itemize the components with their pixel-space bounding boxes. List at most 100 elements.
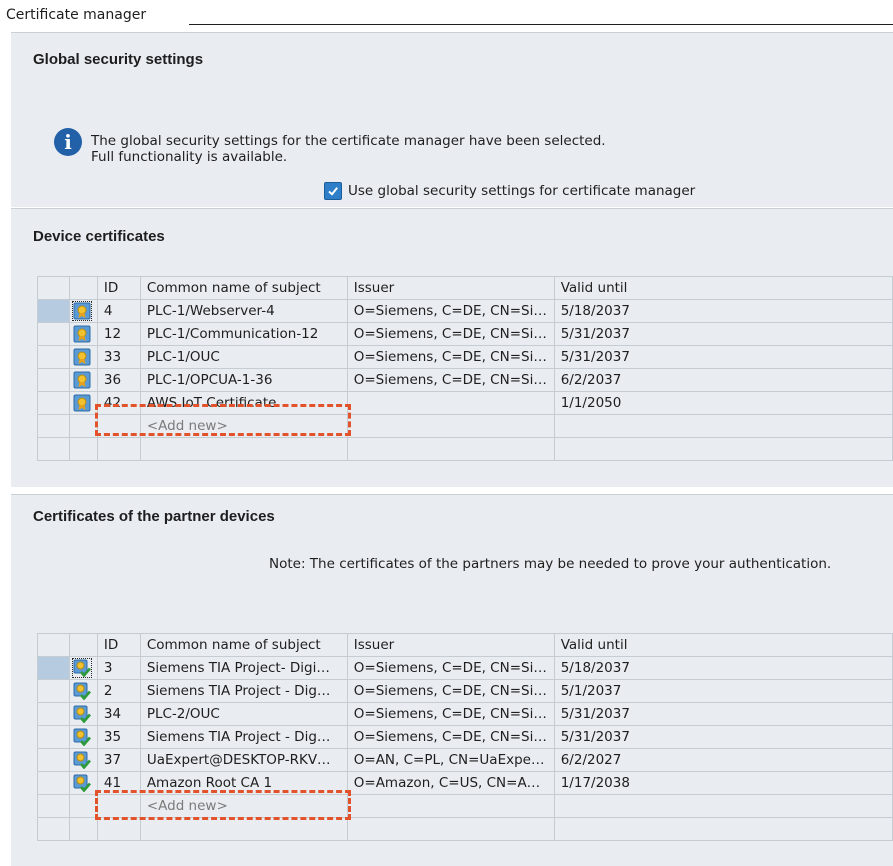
cell-issuer [346,817,555,841]
row-selector-header [37,276,70,300]
column-header-common-name[interactable]: Common name of subject [139,633,348,657]
table-row[interactable]: 41 Amazon Root CA 1 O=Amazon, C=US, CN=A… [37,771,893,795]
table-row[interactable]: 33 PLC-1/OUC O=Siemens, C=DE, CN=Si… 5/3… [37,345,893,369]
row-icon-cell [68,391,98,415]
table-row[interactable]: 42 AWS IoT Certificate 1/1/2050 [37,391,893,415]
table-row[interactable]: 4 PLC-1/Webserver-4 O=Siemens, C=DE, CN=… [37,299,893,323]
cell-id: 12 [96,322,141,346]
cell-issuer: O=Siemens, C=DE, CN=Si… [346,725,555,749]
info-line-2: Full functionality is available. [91,149,288,165]
row-selector[interactable] [37,656,70,680]
device-certificates-heading: Device certificates [33,228,165,245]
cell-valid-until [553,817,893,841]
cell-valid-until: 5/31/2037 [553,322,893,346]
row-selector[interactable] [37,345,70,369]
cell-common-name: PLC-2/OUC [139,702,348,726]
icon-column-header [68,276,98,300]
cell-id: 33 [96,345,141,369]
cell-issuer: O=Siemens, C=DE, CN=Si… [346,368,555,392]
cell-common-name: Siemens TIA Project - Dig… [139,679,348,703]
cell-issuer [346,794,555,818]
certificate-icon [71,301,92,321]
cell-issuer: O=Siemens, C=DE, CN=Si… [346,322,555,346]
checkmark-icon [328,187,338,196]
row-icon-cell [68,817,98,841]
cell-id [96,817,141,841]
trusted-certificate-icon [73,682,91,700]
cell-id: 34 [96,702,141,726]
row-selector[interactable] [37,322,70,346]
table-header-row: ID Common name of subject Issuer Valid u… [37,633,893,657]
table-row[interactable]: 34 PLC-2/OUC O=Siemens, C=DE, CN=Si… 5/3… [37,702,893,726]
cell-id [96,794,141,818]
row-selector[interactable] [37,414,70,438]
cell-issuer [346,391,555,415]
row-selector[interactable] [37,702,70,726]
empty-row [37,817,893,841]
row-selector[interactable] [37,391,70,415]
row-selector[interactable] [37,679,70,703]
column-header-valid-until[interactable]: Valid until [553,276,893,300]
table-header-row: ID Common name of subject Issuer Valid u… [37,276,893,300]
table-row[interactable]: 37 UaExpert@DESKTOP-RKV… O=AN, C=PL, CN=… [37,748,893,772]
row-icon-cell [68,368,98,392]
certificate-icon [73,371,91,389]
add-new-row[interactable]: <Add new> [37,794,893,818]
column-header-common-name[interactable]: Common name of subject [139,276,348,300]
cell-common-name: Amazon Root CA 1 [139,771,348,795]
global-settings-checkbox-row[interactable]: Use global security settings for certifi… [324,182,695,200]
cell-valid-until: 5/31/2037 [553,702,893,726]
cell-issuer: O=Amazon, C=US, CN=A… [346,771,555,795]
global-security-heading: Global security settings [33,51,204,68]
global-settings-checkbox[interactable] [324,182,342,200]
row-icon-cell [68,345,98,369]
table-row[interactable]: 3 Siemens TIA Project- Digi… O=Siemens, … [37,656,893,680]
cell-common-name: Siemens TIA Project - Dig… [139,725,348,749]
row-icon-cell [68,771,98,795]
cell-issuer: O=Siemens, C=DE, CN=Si… [346,656,555,680]
cell-id: 36 [96,368,141,392]
column-header-id[interactable]: ID [96,276,141,300]
row-selector[interactable] [37,299,70,323]
trusted-certificate-icon [71,658,92,678]
cell-id [96,414,141,438]
info-line-1: The global security settings for the cer… [91,133,606,149]
cell-id: 35 [96,725,141,749]
cell-valid-until [553,437,893,461]
add-new-partner-certificate[interactable]: <Add new> [139,794,348,818]
row-selector-header [37,633,70,657]
cell-common-name: UaExpert@DESKTOP-RKV… [139,748,348,772]
table-row[interactable]: 35 Siemens TIA Project - Dig… O=Siemens,… [37,725,893,749]
row-selector[interactable] [37,725,70,749]
device-certificates-section: Device certificates ID Common name of su… [11,208,893,487]
add-new-row[interactable]: <Add new> [37,414,893,438]
row-icon-cell [68,748,98,772]
column-header-issuer[interactable]: Issuer [346,633,555,657]
cell-id: 42 [96,391,141,415]
empty-row [37,437,893,461]
partner-note: Note: The certificates of the partners m… [269,556,832,572]
column-header-issuer[interactable]: Issuer [346,276,555,300]
row-icon-cell [68,656,98,680]
row-selector[interactable] [37,794,70,818]
row-selector[interactable] [37,748,70,772]
table-row[interactable]: 36 PLC-1/OPCUA-1-36 O=Siemens, C=DE, CN=… [37,368,893,392]
trusted-certificate-icon [73,751,91,769]
add-new-device-certificate[interactable]: <Add new> [139,414,348,438]
row-icon-cell [68,437,98,461]
row-selector [37,437,70,461]
table-row[interactable]: 12 PLC-1/Communication-12 O=Siemens, C=D… [37,322,893,346]
column-header-valid-until[interactable]: Valid until [553,633,893,657]
cell-common-name: PLC-1/OUC [139,345,348,369]
title-bar: Certificate manager [0,0,893,32]
row-selector[interactable] [37,771,70,795]
trusted-certificate-icon [73,705,91,723]
column-header-id[interactable]: ID [96,633,141,657]
cell-valid-until: 6/2/2027 [553,748,893,772]
trusted-certificate-icon [73,774,91,792]
table-row[interactable]: 2 Siemens TIA Project - Dig… O=Siemens, … [37,679,893,703]
row-icon-cell [68,322,98,346]
cell-valid-until: 5/31/2037 [553,725,893,749]
row-selector[interactable] [37,368,70,392]
cell-common-name: AWS IoT Certificate [139,391,348,415]
